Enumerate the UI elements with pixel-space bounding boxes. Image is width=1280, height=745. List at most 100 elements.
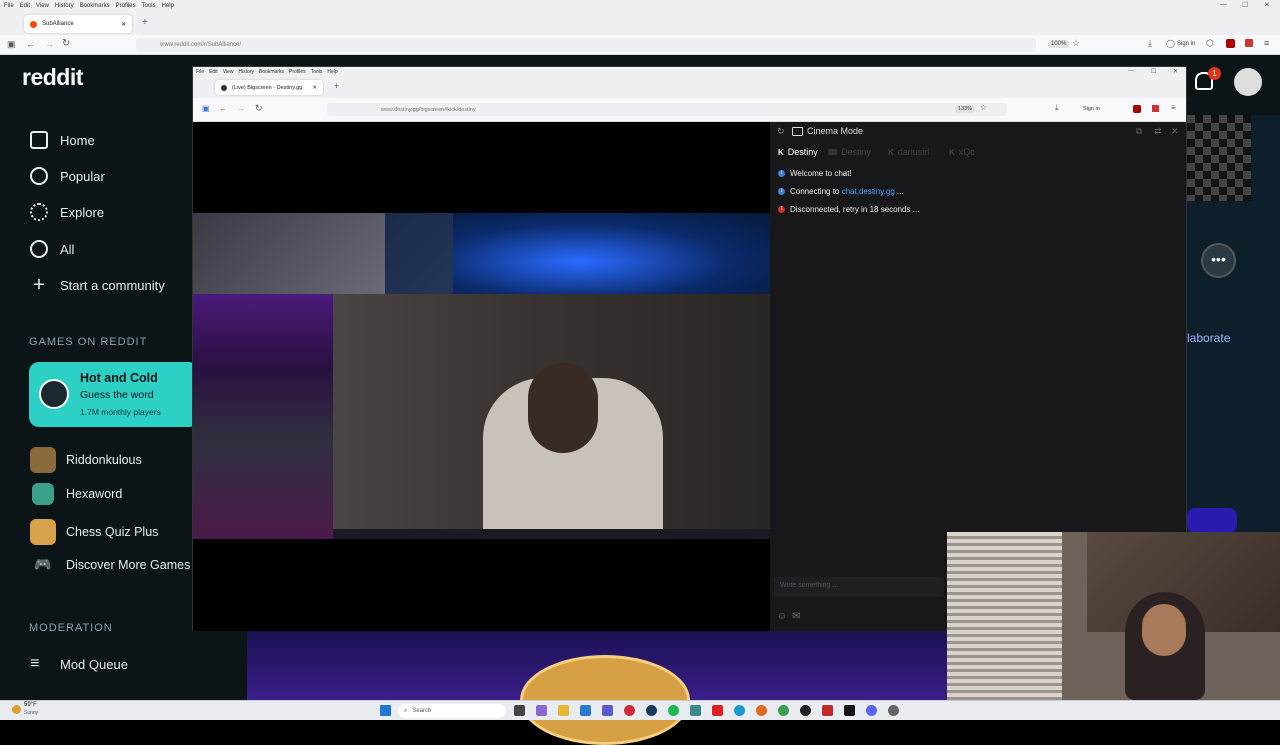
featured-game-card[interactable]: Hot and Cold Guess the word 1.7M monthly… bbox=[29, 362, 199, 427]
chat-sync-icon[interactable]: ↻ bbox=[777, 126, 785, 137]
inner-download-icon[interactable]: ⤓ bbox=[1055, 103, 1059, 113]
inner-menu-file[interactable]: File bbox=[196, 69, 204, 75]
moderation-section-label[interactable]: MODERATION bbox=[29, 622, 113, 634]
inner-ublock-icon[interactable] bbox=[1133, 105, 1141, 113]
inner-menu-help[interactable]: Help bbox=[327, 69, 337, 75]
edge-icon[interactable] bbox=[734, 705, 745, 716]
spotify-icon[interactable] bbox=[668, 705, 679, 716]
inner-close-window-icon[interactable]: ✕ bbox=[1173, 68, 1178, 75]
inner-menu-tools[interactable]: Tools bbox=[311, 69, 323, 75]
bookmark-star-icon[interactable]: ☆ bbox=[1072, 38, 1080, 49]
inner-url-field[interactable]: www.destiny.gg/bigscreen#kick/destiny bbox=[327, 103, 1007, 116]
tab-youtube-destiny[interactable]: Destiny bbox=[828, 147, 871, 157]
nav-explore[interactable]: Explore bbox=[30, 200, 104, 224]
cinema-mode-icon[interactable] bbox=[792, 127, 803, 136]
start-icon[interactable] bbox=[380, 705, 391, 716]
close-window-icon[interactable]: ✕ bbox=[1264, 1, 1270, 9]
new-tab-icon[interactable]: + bbox=[142, 17, 148, 28]
nav-mod-queue[interactable]: ≡ Mod Queue bbox=[30, 652, 128, 676]
app-icon-r[interactable] bbox=[844, 705, 855, 716]
menu-file[interactable]: File bbox=[4, 3, 14, 9]
inner-sidebar-icon[interactable]: ▣ bbox=[202, 104, 210, 113]
weather-temp[interactable]: 59°F bbox=[24, 702, 37, 708]
menu-profiles[interactable]: Profiles bbox=[116, 3, 136, 9]
inner-app-menu-icon[interactable]: ≡ bbox=[1171, 103, 1176, 112]
copilot-icon[interactable] bbox=[536, 705, 547, 716]
sign-in-button[interactable]: Sign in bbox=[1177, 41, 1195, 47]
discover-more-games[interactable]: 🎮 Discover More Games bbox=[30, 556, 190, 573]
menu-edit[interactable]: Edit bbox=[20, 3, 30, 9]
file-explorer-icon[interactable] bbox=[558, 705, 569, 716]
teams-icon[interactable] bbox=[602, 705, 613, 716]
game-riddonkulous[interactable]: Riddonkulous bbox=[30, 447, 142, 473]
task-view-icon[interactable] bbox=[514, 705, 525, 716]
game-chess-quiz-plus[interactable]: Chess Quiz Plus bbox=[30, 519, 158, 545]
tab-destiny-bigscreen[interactable]: (Live) Bigscreen - Destiny.gg ✕ bbox=[215, 80, 323, 95]
obs-icon[interactable] bbox=[800, 705, 811, 716]
url-field[interactable]: www.reddit.com/r/SubAlliance/ bbox=[136, 38, 1036, 52]
video-player[interactable] bbox=[193, 122, 770, 631]
minimize-icon[interactable]: — bbox=[1220, 1, 1227, 8]
cinema-mode-label[interactable]: Cinema Mode bbox=[807, 126, 863, 136]
inner-new-tab-icon[interactable]: + bbox=[334, 81, 339, 91]
menu-history[interactable]: History bbox=[55, 3, 74, 9]
reload-icon[interactable]: ↻ bbox=[62, 38, 70, 49]
tab-xqc[interactable]: K xQc bbox=[949, 147, 975, 157]
menu-view[interactable]: View bbox=[36, 3, 49, 9]
inner-sign-in-button[interactable]: Sign in bbox=[1083, 106, 1100, 112]
inner-minimize-icon[interactable]: — bbox=[1128, 68, 1134, 74]
youtube-app-icon[interactable] bbox=[712, 705, 723, 716]
avatar[interactable] bbox=[1234, 68, 1262, 96]
tab-close-icon[interactable]: ✕ bbox=[121, 21, 126, 28]
whisper-icon[interactable]: ✉ bbox=[792, 611, 800, 622]
game-hexaword[interactable]: Hexaword bbox=[30, 483, 122, 505]
inner-menu-profiles[interactable]: Profiles bbox=[289, 69, 306, 75]
tab-kick-destiny[interactable]: K Destiny bbox=[778, 147, 818, 157]
chrome-icon[interactable] bbox=[778, 705, 789, 716]
forward-icon[interactable]: → bbox=[45, 39, 54, 49]
menu-bookmarks[interactable]: Bookmarks bbox=[80, 3, 110, 9]
inner-bookmark-star-icon[interactable]: ☆ bbox=[980, 103, 987, 112]
chat-link[interactable]: chat.destiny.gg bbox=[842, 187, 895, 196]
taskbar-search[interactable]: ⌕ Search bbox=[398, 704, 506, 718]
steam-icon[interactable] bbox=[646, 705, 657, 716]
inner-tab-close-icon[interactable]: ✕ bbox=[312, 85, 317, 91]
emote-icon[interactable]: ☺ bbox=[777, 611, 787, 622]
tab-suballiance[interactable]: SubAlliance ✕ bbox=[24, 15, 132, 33]
weather-icon[interactable] bbox=[12, 705, 21, 714]
discord-icon[interactable] bbox=[866, 705, 877, 716]
store-icon[interactable] bbox=[580, 705, 591, 716]
app-icon-red[interactable] bbox=[822, 705, 833, 716]
games-section-label[interactable]: GAMES ON REDDIT bbox=[29, 336, 147, 348]
firefox-icon[interactable] bbox=[756, 705, 767, 716]
menu-tools[interactable]: Tools bbox=[142, 3, 156, 9]
inner-flag-extension-icon[interactable] bbox=[1152, 105, 1159, 112]
inner-back-icon[interactable]: ← bbox=[219, 104, 227, 113]
sidebar-icon[interactable]: ▣ bbox=[7, 39, 16, 50]
inner-maximize-icon[interactable]: ☐ bbox=[1151, 68, 1156, 75]
inner-menu-bookmarks[interactable]: Bookmarks bbox=[259, 69, 284, 75]
extension-icon[interactable]: ⬡ bbox=[1206, 38, 1214, 49]
settings-gear-icon[interactable] bbox=[888, 705, 899, 716]
nav-all[interactable]: All bbox=[30, 237, 74, 261]
chat-input[interactable]: Write something ... bbox=[774, 577, 944, 597]
more-options-icon[interactable]: ••• bbox=[1201, 243, 1236, 278]
account-icon[interactable]: ◯ bbox=[1166, 39, 1175, 48]
inner-menu-view[interactable]: View bbox=[223, 69, 234, 75]
nav-home[interactable]: Home bbox=[30, 128, 95, 152]
flag-extension-icon[interactable] bbox=[1245, 39, 1253, 47]
ublock-icon[interactable] bbox=[1226, 39, 1235, 48]
zoom-level[interactable]: 100% bbox=[1048, 40, 1070, 48]
chat-close-icon[interactable]: ✕ bbox=[1171, 126, 1179, 137]
download-icon[interactable]: ⤓ bbox=[1148, 38, 1152, 49]
inner-menu-history[interactable]: History bbox=[238, 69, 254, 75]
nav-popular[interactable]: Popular bbox=[30, 164, 105, 188]
popout-icon[interactable]: ⧉ bbox=[1136, 126, 1142, 137]
app-menu-icon[interactable]: ≡ bbox=[1264, 38, 1269, 48]
tab-dariusirl[interactable]: K dariusirl bbox=[888, 147, 929, 157]
inner-zoom-level[interactable]: 133% bbox=[955, 105, 976, 113]
reddit-logo[interactable]: reddit bbox=[22, 64, 83, 91]
opera-icon[interactable] bbox=[624, 705, 635, 716]
inner-forward-icon[interactable]: → bbox=[237, 104, 245, 113]
swap-icon[interactable]: ⇄ bbox=[1154, 126, 1162, 137]
